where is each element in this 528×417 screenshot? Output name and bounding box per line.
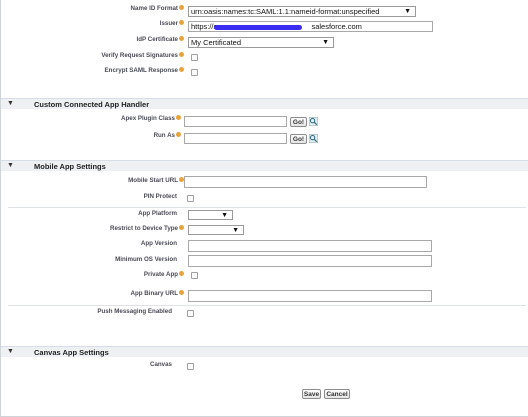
chevron-down-icon: ▼ [404, 8, 411, 15]
help-icon[interactable] [179, 289, 184, 295]
chevron-down-icon: ▼ [232, 227, 239, 234]
run-as-label: Run As [154, 131, 181, 139]
magnifier-icon[interactable] [309, 134, 318, 143]
chevron-down-icon: ▼ [221, 212, 228, 219]
save-button[interactable]: Save [302, 389, 321, 399]
canvas-label: Canvas [149, 361, 172, 368]
help-icon[interactable] [176, 114, 181, 120]
private-app-checkbox[interactable] [191, 272, 198, 279]
idp-certificate-select[interactable]: My Certificated ▼ [188, 37, 334, 48]
verify-request-signatures-checkbox[interactable] [191, 54, 198, 61]
run-as-input[interactable] [184, 133, 287, 144]
help-icon[interactable] [179, 35, 184, 41]
restrict-device-type-label: Restrict to Device Type [110, 224, 184, 232]
cancel-button[interactable]: Cancel [324, 389, 350, 399]
apex-plugin-class-input[interactable] [184, 116, 287, 127]
help-icon[interactable] [179, 19, 184, 25]
encrypt-saml-response-label: Encrypt SAML Response [105, 66, 184, 74]
help-icon[interactable] [179, 4, 184, 10]
canvas-checkbox[interactable] [187, 363, 194, 370]
run-as-go-button[interactable]: Go! [290, 134, 307, 144]
redaction-mark [214, 25, 302, 30]
help-icon[interactable] [179, 51, 184, 57]
divider [8, 207, 526, 208]
private-app-label: Private App [144, 270, 184, 278]
pin-protect-label: PIN Protect [143, 193, 177, 200]
help-icon[interactable] [179, 66, 184, 72]
section-mobile: ▼ Mobile App Settings [1, 160, 528, 171]
section-title: Canvas App Settings [34, 348, 109, 357]
apex-plugin-class-label: Apex Plugin Class [121, 114, 181, 122]
app-binary-url-label: App Binary URL [131, 289, 184, 297]
help-icon[interactable] [179, 224, 184, 230]
encrypt-saml-response-checkbox[interactable] [191, 69, 198, 76]
name-id-format-select[interactable]: urn:oasis:names:tc:SAML:1.1:nameid-forma… [188, 6, 416, 17]
triangle-down-icon[interactable]: ▼ [7, 348, 14, 355]
push-messaging-enabled-checkbox[interactable] [187, 310, 194, 317]
app-platform-label: App Platform [138, 210, 177, 217]
verify-request-signatures-label: Verify Request Signatures [101, 51, 184, 59]
app-version-input[interactable] [188, 240, 432, 252]
section-canvas: ▼ Canvas App Settings [1, 346, 528, 357]
triangle-down-icon[interactable]: ▼ [7, 162, 14, 169]
divider [8, 305, 526, 306]
section-title: Mobile App Settings [34, 162, 106, 171]
minimum-os-version-input[interactable] [188, 255, 432, 267]
chevron-down-icon: ▼ [322, 39, 329, 46]
section-title: Custom Connected App Handler [34, 100, 150, 109]
name-id-format-label: Name ID Format [131, 4, 184, 12]
section-custom-handler: ▼ Custom Connected App Handler [1, 98, 528, 109]
app-platform-select[interactable]: ▼ [188, 210, 233, 220]
push-messaging-enabled-label: Push Messaging Enabled [97, 308, 172, 315]
app-version-label: App Version [140, 240, 177, 247]
minimum-os-version-label: Minimum OS Version [115, 256, 177, 263]
idp-certificate-label: IdP Certificate [137, 35, 184, 43]
mobile-start-url-input[interactable] [184, 176, 427, 188]
restrict-device-type-select[interactable]: ▼ [188, 225, 244, 235]
triangle-down-icon[interactable]: ▼ [7, 100, 14, 107]
mobile-start-url-label: Mobile Start URL [128, 176, 184, 184]
apex-plugin-class-go-button[interactable]: Go! [290, 117, 307, 127]
app-binary-url-input[interactable] [188, 290, 432, 302]
magnifier-icon[interactable] [309, 117, 318, 126]
help-icon[interactable] [176, 131, 181, 137]
help-icon[interactable] [179, 270, 184, 276]
pin-protect-checkbox[interactable] [187, 195, 194, 202]
issuer-label: Issuer [160, 19, 184, 27]
